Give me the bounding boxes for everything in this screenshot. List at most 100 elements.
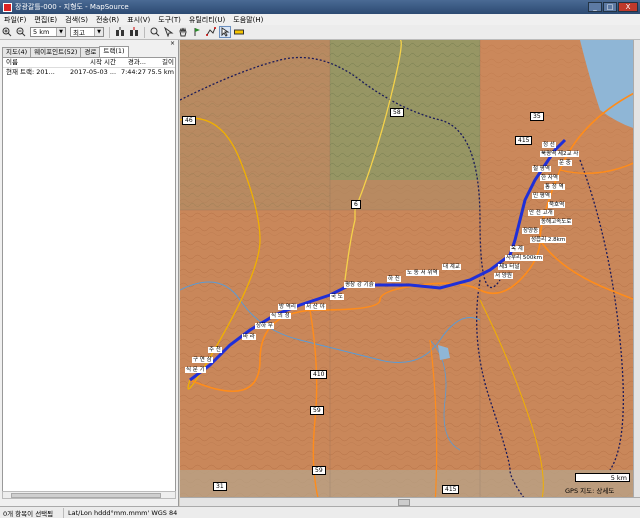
waypoint-label[interactable]: 사부리 500km (505, 253, 543, 261)
waypoint-tool-icon[interactable] (191, 26, 203, 38)
detail-select-value: 최고 (73, 29, 85, 37)
track-list[interactable]: 이름 시작 시간 경과... 길이 현재 트랙: 201... 2017-05-… (2, 57, 176, 492)
menu-help[interactable]: 도움말(H) (229, 15, 267, 25)
app-icon (3, 2, 12, 12)
road-shield: 6 (351, 200, 361, 209)
column-elapsed[interactable]: 경과... (116, 58, 146, 67)
road-shield: 31 (213, 482, 227, 491)
map-horizontal-scrollbar[interactable] (180, 497, 640, 506)
chevron-down-icon: ▼ (56, 28, 65, 36)
list-item[interactable]: 현재 트랙: 201... 2017-05-03 ... 7:44:27 75.… (3, 68, 175, 77)
road-shield: 415 (442, 485, 460, 494)
send-to-device-icon[interactable] (128, 26, 140, 38)
waypoint-label[interactable]: 서 양원 (494, 271, 513, 279)
road-shield: 59 (310, 406, 324, 415)
menu-tools[interactable]: 도구(T) (154, 15, 185, 25)
window-title: 장광갈틀-000 - 지형도 - MapSource (15, 3, 129, 11)
waypoint-label[interactable]: 상하 무 (255, 321, 274, 329)
waypoint-label[interactable]: 동해고속도로 (540, 217, 573, 225)
route-tool-icon[interactable] (205, 26, 217, 38)
waypoint-label[interactable]: 대 계교 (442, 262, 461, 270)
waypoint-label[interactable]: 정 선 (542, 140, 556, 148)
road-shield: 46 (182, 116, 196, 125)
waypoint-label[interactable]: 성읍리 2.8km (530, 235, 567, 243)
maximize-button[interactable]: □ (603, 2, 617, 12)
receive-from-device-icon[interactable] (114, 26, 126, 38)
menu-view[interactable]: 표시(V) (123, 15, 154, 25)
status-coord-format: Lat/Lon hddd°mm.mmm' WGS 84 (68, 508, 178, 517)
track-start: 2017-05-03 ... (70, 68, 116, 76)
status-bar: 0개 항목이 선택됨 Lat/Lon hddd°mm.mmm' WGS 84 (0, 506, 640, 518)
waypoint-label[interactable]: 북평역 제2교 사 (540, 149, 580, 157)
minimize-button[interactable]: _ (588, 2, 602, 12)
map-vertical-scrollbar[interactable] (633, 40, 640, 498)
list-header: 이름 시작 시간 경과... 길이 (3, 58, 175, 68)
scale-select-value: 5 km (33, 28, 50, 36)
waypoint-label[interactable]: 식 문 기 (185, 365, 206, 373)
waypoint-label[interactable]: 노 동 서 위역 (406, 268, 439, 276)
tab-waypoints[interactable]: 웨이포인트(52) (30, 47, 82, 57)
waypoint-label[interactable]: 하 진 (387, 274, 401, 282)
zoom-out-icon[interactable] (15, 26, 27, 38)
map-scale-bar: 5 km (575, 473, 630, 482)
toolbar: 5 km ▼ 최고 ▼ (0, 25, 640, 40)
scale-select[interactable]: 5 km ▼ (30, 27, 66, 37)
menu-file[interactable]: 파일(F) (0, 15, 30, 25)
waypoint-label[interactable]: 통 정 역 (544, 182, 565, 190)
waypoint-label[interactable]: 서 산 야 (305, 302, 326, 310)
panel-tabs: 지도(4) 웨이포인트(52) 경로 트랙(1) (2, 46, 129, 57)
track-name: 현재 트랙: 201... (6, 68, 55, 76)
waypoint-label[interactable]: 제3 터널 (498, 262, 521, 270)
chevron-down-icon: ▼ (94, 28, 103, 36)
waypoint-label[interactable]: 국 도 (330, 292, 344, 300)
zoom-in-icon[interactable] (1, 26, 13, 38)
scrollbar-thumb[interactable] (11, 493, 161, 498)
select-tool-icon[interactable] (163, 26, 175, 38)
track-elapsed: 7:44:27 (120, 68, 146, 76)
road-shield: 410 (310, 370, 328, 379)
status-selection: 0개 항목이 선택됨 (0, 507, 64, 518)
menu-edit[interactable]: 편집(E) (30, 15, 61, 25)
waypoint-label[interactable]: 주 천 (208, 345, 222, 353)
waypoint-label[interactable]: 장양동 (522, 226, 540, 234)
waypoint-label[interactable]: 철 평역 (532, 164, 551, 172)
menu-find[interactable]: 검색(S) (61, 15, 92, 25)
toolbar-separator (109, 26, 110, 38)
menu-utilities[interactable]: 유틸리티(U) (185, 15, 229, 25)
column-length[interactable]: 길이 (146, 58, 174, 67)
track-length: 75.5 km (147, 68, 174, 76)
road-shield: 415 (515, 136, 533, 145)
waypoint-label[interactable]: 한 자역 (540, 173, 559, 181)
waypoint-label[interactable]: 평창 강 기슭 (344, 280, 375, 288)
waypoint-label[interactable]: 묵호역 (548, 200, 566, 208)
waypoint-label[interactable]: 운 중 (558, 158, 572, 166)
waypoint-label[interactable]: 안 전 고개 (528, 208, 554, 216)
tab-routes[interactable]: 경로 (80, 47, 101, 57)
road-shield: 35 (530, 112, 544, 121)
column-name[interactable]: 이름 (3, 58, 70, 67)
menu-transfer[interactable]: 전송(R) (92, 15, 123, 25)
map-view[interactable]: 58 6 59 59 410 415 415 31 35 46 정 선 북평역 … (180, 40, 640, 506)
panel-close-icon[interactable]: × (170, 41, 176, 47)
waypoint-label[interactable]: 민 평역 (532, 191, 551, 199)
zoom-tool-icon[interactable] (149, 26, 161, 38)
tab-tracks[interactable]: 트랙(1) (99, 46, 129, 57)
column-start-time[interactable]: 시작 시간 (70, 58, 116, 67)
map-copyright: GPS 지도: 상세도 (565, 487, 615, 495)
waypoint-label[interactable]: 방 역리 (278, 302, 297, 310)
measure-tool-icon[interactable] (233, 26, 245, 38)
scrollbar-thumb[interactable] (398, 499, 410, 506)
close-button[interactable]: X (618, 2, 638, 12)
detail-select[interactable]: 최고 ▼ (70, 27, 104, 37)
waypoint-label[interactable]: 구 연 삼 (192, 355, 213, 363)
data-panel: × 지도(4) 웨이포인트(52) 경로 트랙(1) 이름 시작 시간 경과..… (0, 40, 179, 506)
list-horizontal-scrollbar[interactable] (2, 491, 176, 499)
hand-tool-icon[interactable] (177, 26, 189, 38)
waypoint-label[interactable]: 옥 계 (510, 244, 524, 252)
road-shield: 58 (390, 108, 404, 117)
tab-maps[interactable]: 지도(4) (2, 47, 32, 57)
title-bar: 장광갈틀-000 - 지형도 - MapSource _ □ X (0, 0, 640, 14)
waypoint-label[interactable]: 바 라 (242, 332, 256, 340)
waypoint-label[interactable]: 식 의 정 (270, 311, 291, 319)
pointer-tool-icon[interactable] (219, 26, 231, 38)
